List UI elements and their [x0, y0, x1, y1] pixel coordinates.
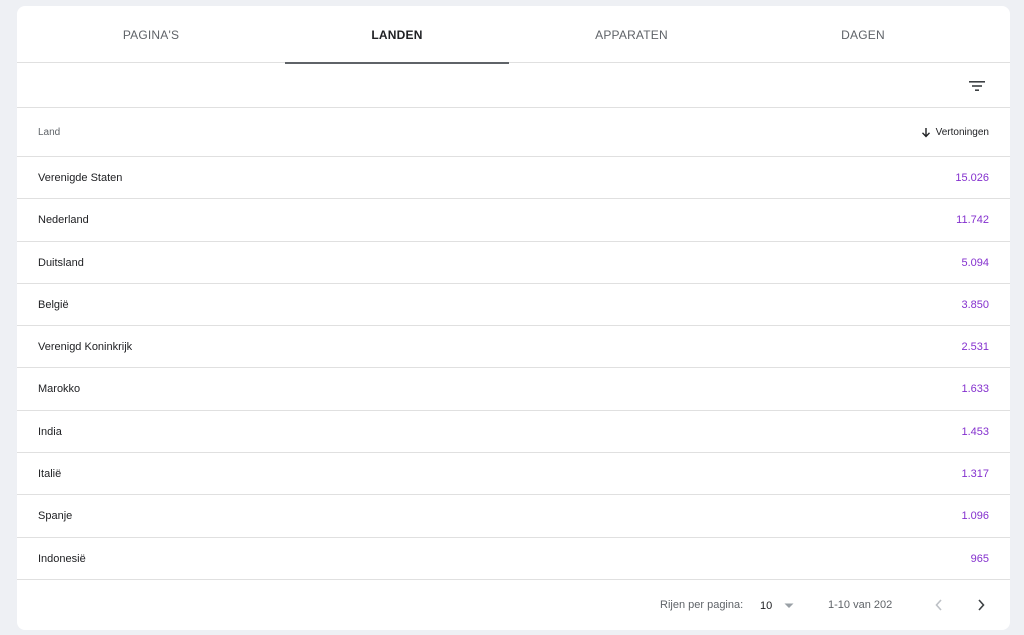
- views-cell: 15.026: [955, 172, 989, 184]
- table-row[interactable]: Marokko 1.633: [17, 368, 1010, 411]
- country-cell: India: [38, 425, 62, 438]
- rows-per-page-value: 10: [760, 599, 773, 612]
- country-cell: Nederland: [38, 214, 89, 227]
- report-card: PAGINA'S LANDEN APPARATEN DAGEN Land Ver…: [17, 6, 1010, 630]
- tab-bar: PAGINA'S LANDEN APPARATEN DAGEN: [17, 6, 1010, 64]
- table-row[interactable]: Italië 1.317: [17, 453, 1010, 496]
- chevron-right-icon: [978, 599, 985, 611]
- table-row[interactable]: Duitsland 5.094: [17, 242, 1010, 284]
- views-cell: 1.633: [961, 383, 989, 396]
- filter-icon: [969, 81, 985, 91]
- country-cell: Italië: [38, 468, 62, 481]
- country-cell: Verenigde Staten: [38, 172, 123, 184]
- table-row[interactable]: Spanje 1.096: [17, 495, 1010, 538]
- rows-per-page-select[interactable]: 10: [760, 581, 800, 630]
- tab-days[interactable]: DAGEN: [754, 6, 972, 63]
- views-cell: 1.317: [961, 468, 989, 481]
- country-cell: Duitsland: [38, 256, 84, 269]
- column-header-views-label: Vertoningen: [935, 127, 989, 138]
- previous-page-button[interactable]: [925, 591, 953, 619]
- arrow-down-icon: [921, 128, 930, 138]
- tab-countries[interactable]: LANDEN: [285, 6, 509, 64]
- filter-button[interactable]: [962, 71, 992, 101]
- country-cell: België: [38, 298, 69, 311]
- tab-pages[interactable]: PAGINA'S: [17, 6, 285, 63]
- views-cell: 11.742: [956, 214, 989, 227]
- rows-per-page-label: Rijen per pagina:: [660, 599, 744, 611]
- table-row[interactable]: Verenigde Staten 15.026: [17, 157, 1010, 200]
- tab-devices[interactable]: APPARATEN: [509, 6, 754, 63]
- views-cell: 5.094: [961, 256, 989, 269]
- table-row[interactable]: India 1.453: [17, 411, 1010, 454]
- column-header-country[interactable]: Land: [38, 108, 60, 157]
- views-cell: 3.850: [961, 298, 989, 311]
- pagination-range: 1-10 van 202: [828, 599, 893, 611]
- views-cell: 965: [970, 552, 989, 565]
- country-cell: Indonesië: [38, 552, 86, 565]
- views-cell: 1.453: [961, 425, 989, 438]
- table-body: Verenigde Staten 15.026 Nederland 11.742…: [17, 157, 1010, 580]
- table-row[interactable]: België 3.850: [17, 284, 1010, 327]
- views-cell: 1.096: [961, 510, 989, 523]
- dropdown-arrow-icon: [784, 603, 794, 608]
- table-row[interactable]: Nederland 11.742: [17, 199, 1010, 242]
- next-page-button[interactable]: [967, 591, 995, 619]
- table-row[interactable]: Indonesië 965: [17, 538, 1010, 580]
- table-header: Land Vertoningen: [17, 108, 1010, 157]
- country-cell: Verenigd Koninkrijk: [38, 341, 133, 354]
- views-cell: 2.531: [961, 341, 989, 354]
- chevron-left-icon: [935, 599, 942, 611]
- table-toolbar: [17, 63, 1010, 108]
- country-cell: Spanje: [38, 510, 73, 523]
- column-header-views[interactable]: Vertoningen: [921, 108, 989, 157]
- table-row[interactable]: Verenigd Koninkrijk 2.531: [17, 326, 1010, 369]
- pagination-footer: Rijen per pagina: 10 1-10 van 202: [17, 581, 1010, 630]
- country-cell: Marokko: [38, 383, 81, 396]
